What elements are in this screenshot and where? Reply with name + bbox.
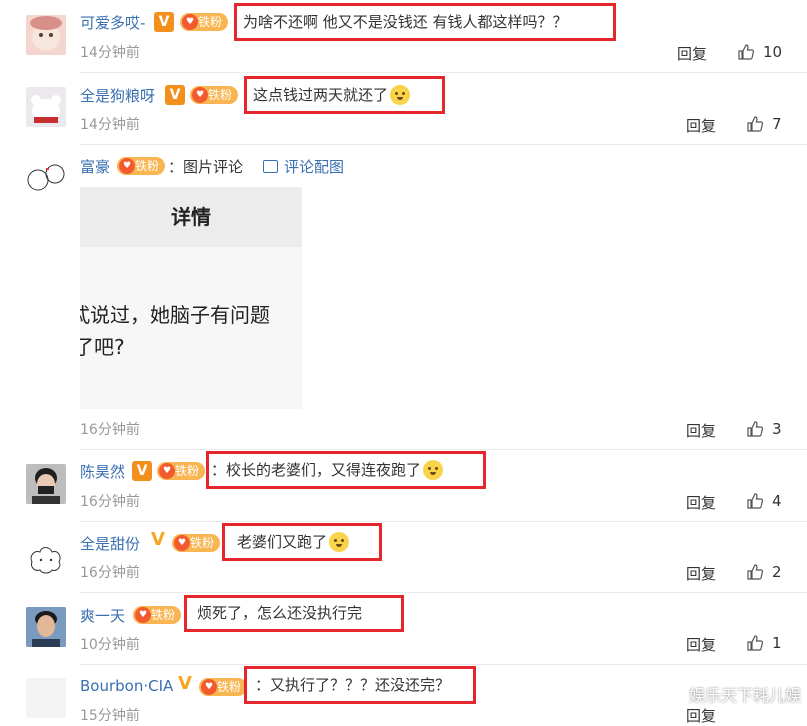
comment-text: ：图片评论 (168, 158, 244, 176)
image-icon (263, 160, 278, 173)
username[interactable]: Bourbon·CIA (80, 677, 173, 695)
divider (80, 449, 807, 450)
username[interactable]: 陈昊然 (80, 461, 125, 482)
reply-button[interactable]: 回复 (686, 115, 716, 136)
thumbs-up-icon (747, 421, 764, 437)
avatar[interactable] (26, 464, 66, 504)
divider (80, 664, 807, 665)
avatar[interactable] (26, 15, 66, 55)
like-button[interactable]: 10 (737, 43, 782, 61)
reply-button[interactable]: 回复 (686, 492, 716, 513)
thumbs-up-icon (747, 116, 764, 132)
reply-button[interactable]: 回复 (686, 634, 716, 655)
like-button[interactable]: 4 (746, 492, 782, 510)
fan-badge: ♥ 铁粉 (180, 13, 228, 31)
fan-badge: ♥ 铁粉 (190, 86, 238, 104)
username[interactable]: 可爱多哎- (80, 12, 145, 33)
thumbs-up-icon (747, 493, 764, 509)
verified-v-icon: V (165, 85, 185, 105)
heart-icon: ♥ (192, 87, 208, 103)
heart-icon: ♥ (201, 679, 217, 695)
verified-v-icon: V (151, 529, 165, 550)
comment-text: 这点钱过两天就还了 (244, 76, 445, 114)
divider (80, 592, 807, 593)
thumbs-up-icon (747, 564, 764, 580)
avatar[interactable] (26, 536, 66, 576)
heart-icon: ♥ (182, 14, 198, 30)
dog-emoji-icon (329, 532, 350, 552)
picture-link[interactable]: 评论配图 (263, 156, 344, 177)
fan-badge: ♥ 铁粉 (117, 157, 165, 175)
fan-badge: ♥ 铁粉 (199, 678, 247, 696)
username[interactable]: 全是狗粮呀 (80, 85, 155, 106)
divider (80, 144, 807, 145)
username[interactable]: 全是甜份 (80, 533, 140, 554)
comment-text: 为啥不还啊 他又不是没钱还 有钱人都这样吗？？ (234, 3, 616, 41)
divider (80, 72, 807, 73)
avatar[interactable] (26, 87, 66, 127)
username[interactable]: 富豪 (80, 156, 110, 177)
fan-badge: ♥ 铁粉 (133, 606, 181, 624)
thumbs-up-icon (738, 44, 755, 60)
timestamp: 14分钟前 (80, 45, 140, 61)
heart-icon: ♥ (159, 463, 175, 479)
timestamp: 15分钟前 (80, 708, 140, 724)
like-count: 4 (772, 492, 782, 510)
watermark: 娱乐天下耗儿娱 (688, 686, 801, 705)
like-button[interactable]: 7 (746, 115, 782, 133)
image-title: 详情 (171, 205, 211, 229)
image-text-line: 了吧? (80, 335, 125, 359)
timestamp: 10分钟前 (80, 637, 140, 653)
like-button[interactable]: 1 (746, 634, 782, 652)
comment-text: 老婆们又跑了 (222, 523, 382, 561)
reply-button[interactable]: 回复 (677, 43, 707, 64)
heart-icon: ♥ (174, 535, 190, 551)
like-button[interactable]: 2 (746, 563, 782, 581)
username[interactable]: 爽一天 (80, 605, 125, 626)
like-count: 1 (772, 634, 782, 652)
like-count: 3 (772, 420, 782, 438)
comment-text: ：又执行了？？？还没还完？ (244, 666, 476, 704)
thumbs-up-icon (747, 635, 764, 651)
comment-text: 烦死了，怎么还没执行完 (184, 595, 404, 632)
reply-button[interactable]: 回复 (686, 705, 716, 726)
like-count: 7 (772, 115, 782, 133)
like-count: 2 (772, 563, 782, 581)
comment-text: ：校长的老婆们，又得连夜跑了 (206, 451, 486, 489)
timestamp: 16分钟前 (80, 565, 140, 581)
avatar[interactable] (26, 678, 66, 718)
timestamp: 16分钟前 (80, 422, 140, 438)
avatar[interactable] (26, 158, 66, 198)
heart-icon: ♥ (119, 158, 135, 174)
heart-icon: ♥ (135, 607, 151, 623)
fan-badge: ♥ 铁粉 (157, 462, 205, 480)
comment-image[interactable]: 详情 忒说过，她脑子有问题 了吧? (80, 187, 302, 409)
verified-v-icon: V (154, 12, 174, 32)
reply-button[interactable]: 回复 (686, 563, 716, 584)
avatar[interactable] (26, 607, 66, 647)
divider (80, 521, 807, 522)
timestamp: 14分钟前 (80, 117, 140, 133)
fan-badge: ♥ 铁粉 (172, 534, 220, 552)
image-text-line: 忒说过，她脑子有问题 (80, 303, 270, 327)
verified-v-icon: V (132, 461, 152, 481)
verified-v-icon: V (178, 673, 192, 694)
dog-emoji-icon (423, 460, 444, 480)
reply-button[interactable]: 回复 (686, 420, 716, 441)
timestamp: 16分钟前 (80, 494, 140, 510)
like-button[interactable]: 3 (746, 420, 782, 438)
dog-emoji-icon (390, 85, 411, 105)
like-count: 10 (763, 43, 783, 61)
